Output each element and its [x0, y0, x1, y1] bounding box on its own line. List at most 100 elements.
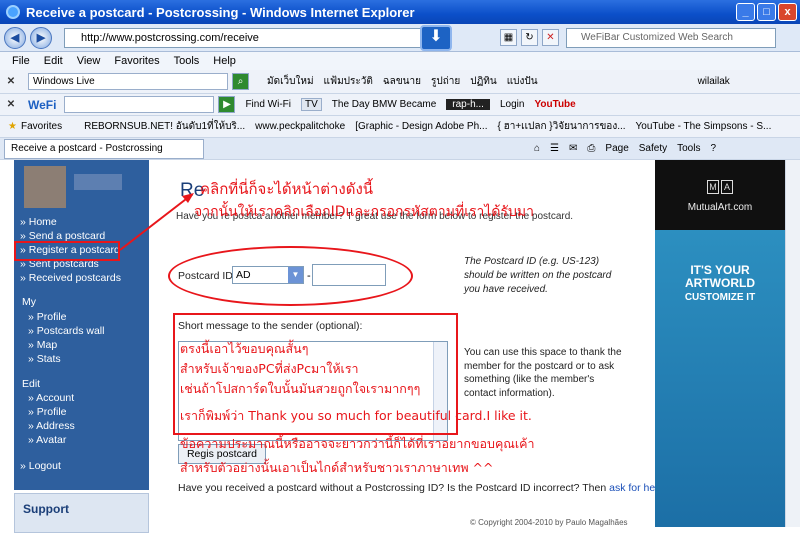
sidebar-my-heading: My [22, 296, 36, 308]
address-bar: ◀ ▶ http://www.postcrossing.com/receive … [0, 24, 800, 52]
url-field[interactable]: http://www.postcrossing.com/receive [64, 28, 424, 48]
favorite-item-0[interactable]: REBORNSUB.NET! อันดับ1ที่ให้บริ... [84, 119, 245, 134]
help-question-text: Have you received a postcard without a P… [178, 482, 607, 494]
help-icon[interactable]: ? [710, 143, 716, 154]
wefi-toolbar: ✕ WeFi ▶ Find Wi-Fi TV The Day BMW Becam… [0, 94, 800, 116]
logo-letter-a: A [721, 180, 733, 194]
support-box: Support [14, 493, 149, 533]
sidebar-stats[interactable]: » Stats [28, 353, 61, 365]
favorite-item-2[interactable]: [Graphic - Design Adobe Ph... [355, 121, 487, 132]
favorites-bar: ★ Favorites REBORNSUB.NET! อันดับ1ที่ให้… [0, 116, 800, 138]
tab-bar: Receive a postcard - Postcrossing ⌂ ☰ ✉ … [0, 138, 800, 160]
postcard-id-hint: The Postcard ID (e.g. US-123) should be … [464, 256, 612, 295]
page-content: » Home » Send a postcard » Register a po… [0, 160, 800, 533]
news-ticker[interactable]: The Day BMW Became [332, 99, 436, 110]
windows-live-label: Windows Live [33, 76, 95, 87]
annotation-msg-1: ตรงนี้เอาไว้ขอบคุณสั้นๆ [180, 341, 309, 356]
favorite-item-3[interactable]: { ฮา+เเปลก }วิจัยนาการของ... [497, 119, 625, 134]
menu-tools[interactable]: Tools [174, 55, 200, 67]
wefi-go-icon[interactable]: ▶ [218, 96, 236, 113]
menu-bar: File Edit View Favorites Tools Help [0, 52, 800, 70]
sidebar-home[interactable]: » Home [20, 216, 57, 228]
minimize-button[interactable]: _ [736, 3, 755, 21]
sidebar-address[interactable]: » Address [28, 420, 75, 432]
live-link-5[interactable]: แบ่งปัน [507, 74, 538, 89]
menu-view[interactable]: View [77, 55, 101, 67]
sidebar-account[interactable]: » Account [28, 392, 74, 404]
copyright: © Copyright 2004-2010 by Paulo Magalhães [470, 518, 628, 527]
menu-file[interactable]: File [12, 55, 30, 67]
menu-help[interactable]: Help [213, 55, 236, 67]
maximize-button[interactable]: □ [757, 3, 776, 21]
facebook-login[interactable]: Login [500, 99, 524, 110]
back-button[interactable]: ◀ [4, 26, 26, 49]
mail-icon[interactable]: ✉ [569, 143, 577, 154]
print-icon[interactable]: ⎙ [587, 143, 595, 154]
favorite-item-1[interactable]: www.peckpalitchoke [255, 121, 345, 132]
register-highlight-box [14, 241, 120, 261]
ad-headline: IT'S YOUR ARTWORLD [655, 264, 785, 290]
avatar [24, 166, 66, 208]
page-scrollbar[interactable] [785, 160, 800, 527]
refresh-icon[interactable]: ↻ [521, 29, 538, 46]
address-tools: ▦ ↻ ✕ [500, 29, 559, 46]
sidebar-received-postcards[interactable]: » Received postcards [20, 272, 121, 284]
sidebar-postcards-wall[interactable]: » Postcards wall [28, 325, 104, 337]
home-icon[interactable]: ⌂ [534, 143, 540, 154]
window-title: Receive a postcard - Postcrossing - Wind… [26, 4, 415, 20]
safety-menu[interactable]: Safety [639, 143, 667, 154]
compatibility-icon[interactable]: ▦ [500, 29, 517, 46]
window-title-bar: Receive a postcard - Postcrossing - Wind… [0, 0, 800, 24]
live-link-2[interactable]: ฉลขนาย [383, 74, 421, 89]
mutualart-logo: M A [673, 180, 767, 196]
stop-icon[interactable]: ✕ [542, 29, 559, 46]
username-blurred [74, 174, 122, 190]
ie-logo-icon [6, 5, 20, 19]
ad-cta[interactable]: CUSTOMIZE IT [655, 292, 785, 303]
sidebar-edit-profile[interactable]: » Profile [28, 406, 67, 418]
menu-favorites[interactable]: Favorites [114, 55, 159, 67]
annotation-msg-4: เราก็พิมพ์ว่า Thank you so much for beau… [180, 408, 532, 423]
wefi-search-input[interactable] [64, 96, 215, 113]
close-toolbar-icon[interactable]: ✕ [4, 76, 18, 87]
page-menu[interactable]: Page [605, 143, 628, 154]
favorite-item-4[interactable]: YouTube - The Simpsons - S... [636, 121, 772, 132]
close-wefi-icon[interactable]: ✕ [4, 99, 18, 110]
close-button[interactable]: x [778, 3, 797, 21]
live-link-4[interactable]: ปฏิทิน [470, 74, 497, 89]
live-link-1[interactable]: แฟ้มประวัติ [324, 74, 373, 89]
annotation-select-id: จากนั้นให้เราคลิกเลือกIDและกรอกรหัสตามที… [194, 204, 534, 220]
tools-menu[interactable]: Tools [677, 143, 700, 154]
annotation-msg-2: สำหรับเจ้าของPCที่ส่งPcมาให้เรา [180, 361, 359, 376]
sidebar-map[interactable]: » Map [28, 339, 57, 351]
annotation-msg-6: สำหรับตัวอย่างนั้นเอาเป็นไกด์สำหรับชาวเร… [180, 460, 494, 475]
annotation-msg-5: ข้อความประมาณนี้หรืออาจจะยาวกว่านี้ก็ได้… [180, 436, 535, 451]
annotation-click-here: คลิกที่นี่ก็จะได้หน้าต่างดังนี้ [200, 180, 374, 198]
mutualart-ad[interactable]: M A MutualArt.com IT'S YOUR ARTWORLD CUS… [655, 160, 785, 527]
live-user[interactable]: wilailak [698, 76, 730, 87]
postcard-id-ellipse [168, 246, 413, 306]
feeds-icon[interactable]: ☰ [550, 143, 559, 154]
annotation-arrow [119, 193, 194, 251]
youtube-link[interactable]: YouTube [534, 99, 575, 110]
media-player[interactable]: rap-h... [446, 99, 490, 110]
find-wifi-link[interactable]: Find Wi-Fi [245, 99, 291, 110]
search-input[interactable]: WeFiBar Customized Web Search [566, 28, 776, 48]
wefi-logo: WeFi [28, 97, 57, 112]
windows-live-search[interactable]: Windows Live [28, 73, 228, 90]
sidebar-logout[interactable]: » Logout [20, 460, 61, 472]
tab-receive-postcard[interactable]: Receive a postcard - Postcrossing [4, 138, 204, 159]
tv-button[interactable]: TV [301, 98, 322, 111]
menu-edit[interactable]: Edit [44, 55, 63, 67]
live-link-0[interactable]: มัดเว็บใหม่ [267, 74, 314, 89]
favorites-star-icon: ★ [8, 121, 17, 132]
download-arrow-icon[interactable]: ⬇ [420, 25, 452, 51]
windows-live-toolbar: ✕ Windows Live ⌕ มัดเว็บใหม่ แฟ้มประวัติ… [0, 70, 800, 94]
sidebar-my-profile[interactable]: » Profile [28, 311, 67, 323]
live-link-3[interactable]: รูปถ่าย [431, 74, 460, 89]
forward-button[interactable]: ▶ [30, 26, 52, 49]
sidebar-avatar[interactable]: » Avatar [28, 434, 66, 446]
favorites-button[interactable]: Favorites [21, 121, 62, 132]
tab-title: Receive a postcard - Postcrossing [11, 142, 163, 154]
live-search-icon[interactable]: ⌕ [232, 73, 249, 90]
